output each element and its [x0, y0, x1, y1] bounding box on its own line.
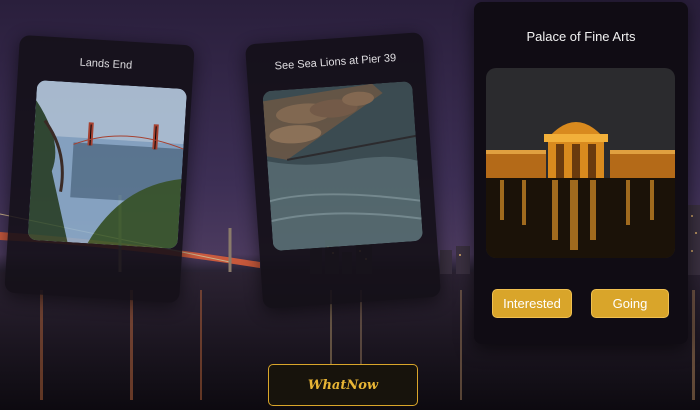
event-card-palace-of-fine-arts[interactable]: Palace of Fine Arts Interested Going — [474, 2, 688, 344]
card-title: Palace of Fine Arts — [526, 29, 636, 44]
event-card-sea-lions[interactable]: See Sea Lions at Pier 39 — [244, 32, 442, 309]
going-button[interactable]: Going — [591, 289, 669, 318]
card-title: Lands End — [79, 56, 133, 72]
whatnow-button[interactable]: WhatNow — [268, 364, 418, 406]
sea-lions-photo — [262, 80, 424, 252]
card-title: See Sea Lions at Pier 39 — [274, 52, 397, 73]
event-card-lands-end[interactable]: Lands End — [4, 34, 195, 304]
palace-of-fine-arts-photo — [486, 68, 675, 258]
golden-gate-coast-photo — [27, 80, 188, 249]
interested-button[interactable]: Interested — [492, 289, 572, 318]
